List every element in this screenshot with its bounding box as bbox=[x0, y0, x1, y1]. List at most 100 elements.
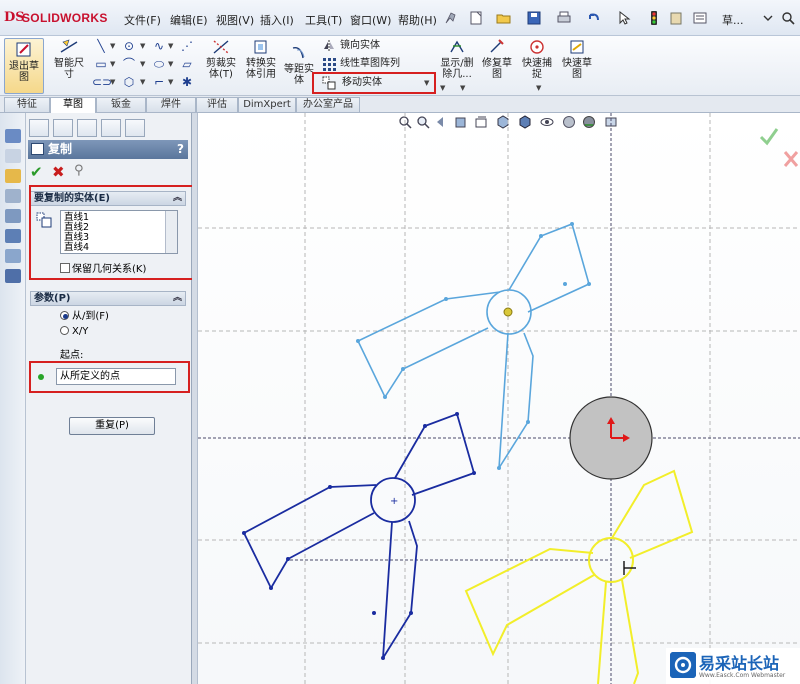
custom-properties-icon[interactable] bbox=[5, 269, 21, 283]
quick-snaps-icon bbox=[530, 40, 544, 54]
cancel-corner-x-icon[interactable] bbox=[782, 149, 800, 169]
pushpin-icon[interactable]: ⚲ bbox=[74, 163, 84, 178]
xy-radio[interactable] bbox=[60, 326, 69, 335]
from-to-option[interactable]: 从/到(F) bbox=[60, 311, 109, 323]
sketch-canvas-svg: + bbox=[198, 113, 800, 684]
quick-snaps-button[interactable]: 快速捕捉 bbox=[520, 38, 554, 80]
library-icon[interactable] bbox=[5, 189, 21, 203]
appearances-icon[interactable] bbox=[5, 249, 21, 263]
rectangle-tool[interactable]: ▭ bbox=[92, 56, 110, 72]
collapse-chevron-icon[interactable]: ︽ bbox=[173, 292, 182, 305]
point-tool[interactable]: ✱ bbox=[178, 74, 196, 90]
trim-entities-button[interactable]: 剪裁实体(T) bbox=[204, 38, 238, 80]
confirm-corner-check-icon[interactable] bbox=[758, 125, 780, 147]
arc-tool-dropdown[interactable]: ▼ bbox=[140, 56, 148, 72]
save-icon[interactable] bbox=[526, 11, 542, 25]
tab-evaluate[interactable]: 评估 bbox=[196, 97, 238, 112]
menu-window[interactable]: 窗口(W) bbox=[350, 12, 391, 28]
dropdown-arrow-icon[interactable] bbox=[760, 11, 776, 25]
slot-tool[interactable]: ⊂⊃ bbox=[92, 74, 112, 90]
copied-sketch bbox=[242, 412, 476, 659]
convert-entities-button[interactable]: 转换实体引用 bbox=[242, 38, 280, 80]
search-icon[interactable] bbox=[780, 11, 796, 25]
rapid-sketch-button[interactable]: 快速草图 bbox=[560, 38, 594, 80]
tab-dimxpert[interactable]: DimXpert bbox=[238, 97, 296, 112]
menu-insert[interactable]: 插入(I) bbox=[260, 12, 294, 28]
palette-icon[interactable] bbox=[5, 169, 21, 183]
polygon-tool-dropdown[interactable]: ▼ bbox=[140, 74, 148, 90]
copy-center-mark: + bbox=[390, 496, 398, 507]
menu-file[interactable]: 文件(F) bbox=[124, 12, 161, 28]
configuration-manager-tab-icon[interactable] bbox=[77, 119, 97, 137]
ok-check-icon[interactable]: ✔ bbox=[30, 163, 43, 181]
polygon-tool[interactable]: ⬡ bbox=[120, 74, 138, 90]
rapid-sketch-label: 快速草图 bbox=[562, 58, 592, 80]
new-document-icon[interactable] bbox=[468, 11, 484, 25]
tab-sketch[interactable]: 草图 bbox=[50, 97, 96, 113]
circle-tool[interactable]: ⊙ bbox=[120, 38, 138, 54]
smart-dimension-button[interactable]: 智能尺寸 bbox=[50, 38, 88, 80]
slot-tool-dropdown[interactable]: ▼ bbox=[110, 74, 118, 90]
select-cursor-icon[interactable] bbox=[616, 11, 632, 25]
pin-icon[interactable] bbox=[442, 11, 458, 25]
from-to-radio[interactable] bbox=[60, 311, 69, 320]
xy-option[interactable]: X/Y bbox=[60, 326, 88, 338]
menu-edit[interactable]: 编辑(E) bbox=[170, 12, 208, 28]
feature-manager-tab-icon[interactable] bbox=[29, 119, 49, 137]
menu-help[interactable]: 帮助(H) bbox=[398, 12, 437, 28]
plane-tool[interactable]: ▱ bbox=[178, 56, 196, 72]
file-properties-icon[interactable] bbox=[668, 11, 684, 25]
undo-icon[interactable] bbox=[586, 11, 602, 25]
fillet-tool[interactable]: ⌐ bbox=[150, 74, 168, 90]
copied-sketch-vertices bbox=[242, 412, 476, 660]
tab-weldments[interactable]: 焊件 bbox=[146, 97, 196, 112]
dimxpert-manager-tab-icon[interactable] bbox=[101, 119, 121, 137]
display-dropdown[interactable]: ▼ bbox=[460, 80, 468, 96]
parameters-group[interactable]: 参数(P) ︽ bbox=[30, 291, 186, 306]
property-manager-tab-icon[interactable] bbox=[53, 119, 73, 137]
tab-sheet-metal[interactable]: 钣金 bbox=[96, 97, 146, 112]
feature-tree-icon[interactable] bbox=[5, 129, 21, 143]
relations-dropdown[interactable]: ▼ bbox=[440, 80, 448, 96]
linear-sketch-pattern-button[interactable]: 线性草图阵列 bbox=[340, 56, 400, 72]
menu-sketch-overflow[interactable]: 草... bbox=[722, 12, 744, 28]
cancel-x-icon[interactable]: ✖ bbox=[52, 163, 65, 181]
offset-entities-button[interactable]: 等距实体 bbox=[284, 44, 314, 86]
mirror-entities-button[interactable]: 镜向实体 bbox=[340, 38, 380, 54]
display-delete-relations-button[interactable]: 显示/删除几... bbox=[438, 38, 476, 80]
open-folder-icon[interactable] bbox=[496, 11, 512, 25]
snaps-dropdown[interactable]: ▼ bbox=[536, 80, 544, 96]
fillet-tool-dropdown[interactable]: ▼ bbox=[168, 74, 176, 90]
arc-tool[interactable]: ⌒ bbox=[120, 56, 138, 72]
view-palette-icon[interactable] bbox=[5, 229, 21, 243]
display-manager-tab-icon[interactable] bbox=[125, 119, 145, 137]
circle-tool-dropdown[interactable]: ▼ bbox=[140, 38, 148, 54]
tab-office-products[interactable]: 办公室产品 bbox=[296, 97, 360, 112]
spline-tool[interactable]: ∿ bbox=[150, 38, 168, 54]
ellipse-tool[interactable]: ⬭ bbox=[150, 56, 168, 72]
construction-line-tool[interactable]: ⋰ bbox=[178, 38, 196, 54]
exit-sketch-button[interactable]: 退出草图 bbox=[4, 38, 44, 94]
print-icon[interactable] bbox=[556, 11, 572, 25]
trim-entities-label: 剪裁实体(T) bbox=[206, 58, 236, 80]
menu-view[interactable]: 视图(V) bbox=[216, 12, 254, 28]
options-icon[interactable] bbox=[692, 11, 708, 25]
document-icon[interactable] bbox=[5, 149, 21, 163]
menu-tools[interactable]: 工具(T) bbox=[305, 12, 342, 28]
help-icon[interactable]: ? bbox=[177, 140, 184, 159]
solidworks-logo[interactable]: DS SOLIDWORKS bbox=[4, 10, 112, 28]
graphics-area[interactable]: + 易采站长站 Www.Easck.Com Webmaster bbox=[198, 113, 800, 684]
tab-features[interactable]: 特征 bbox=[4, 97, 50, 112]
line-tool[interactable]: ╲ bbox=[92, 38, 110, 54]
highlight-entities-group bbox=[29, 185, 196, 280]
smart-dimension-icon bbox=[60, 39, 78, 53]
spline-tool-dropdown[interactable]: ▼ bbox=[168, 38, 176, 54]
line-tool-dropdown[interactable]: ▼ bbox=[110, 38, 118, 54]
file-explorer-icon[interactable] bbox=[5, 209, 21, 223]
repair-sketch-button[interactable]: 修复草图 bbox=[480, 38, 514, 80]
rectangle-tool-dropdown[interactable]: ▼ bbox=[110, 56, 118, 72]
offset-entities-icon bbox=[292, 47, 305, 59]
traffic-light-icon[interactable] bbox=[646, 11, 662, 25]
repeat-button[interactable]: 重复(P) bbox=[69, 417, 155, 435]
ellipse-tool-dropdown[interactable]: ▼ bbox=[168, 56, 176, 72]
